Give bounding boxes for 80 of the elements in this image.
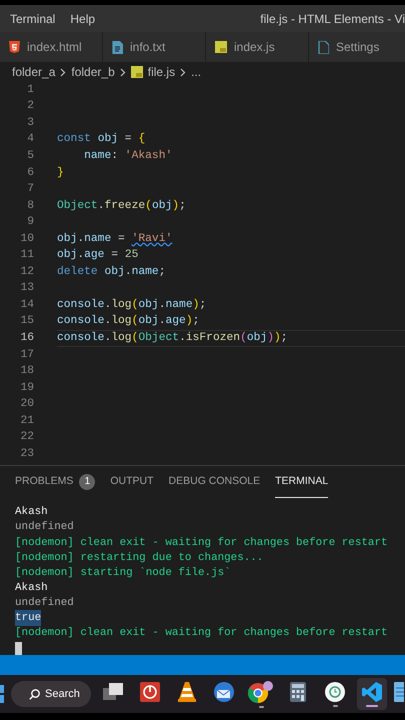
code-line: const obj = { — [57, 132, 146, 148]
line-number: 13 — [19, 281, 34, 296]
line-number: 15 — [19, 314, 34, 330]
terminal-line: [nodemon] starting `node file.js` — [15, 566, 231, 581]
editor-tab[interactable]: Settings — [309, 32, 405, 62]
mail-icon — [213, 682, 235, 702]
line-number: 20 — [19, 397, 34, 412]
html-file-icon — [9, 41, 20, 53]
line-number: 23 — [19, 446, 34, 462]
line-number: 2 — [26, 99, 34, 114]
breadcrumb-item[interactable]: ... — [191, 63, 202, 81]
code-line: console.log(Object.isFrozen(obj)); — [57, 330, 288, 346]
breadcrumb-item[interactable]: file.js — [148, 63, 176, 81]
taskbar-app[interactable] — [357, 678, 387, 710]
line-number: 18 — [19, 364, 34, 380]
chevron-right-icon — [180, 68, 186, 76]
menu-item[interactable]: Help — [70, 10, 96, 28]
line-number: 12 — [19, 264, 34, 280]
line-number: 17 — [19, 348, 34, 363]
line-number: 21 — [19, 414, 34, 429]
file-icon — [112, 40, 123, 54]
search-field[interactable]: Search — [11, 681, 91, 707]
code-editor-icon — [362, 682, 382, 702]
line-number: 14 — [19, 298, 34, 313]
terminal-line: [nodemon] clean exit - waiting for changes before restart — [15, 626, 388, 642]
terminal-line: [nodemon] clean exit - waiting for changes before restart — [15, 536, 388, 551]
code-line: obj.name = 'Ravi' — [57, 232, 172, 247]
code-line: console.log(obj.age); — [57, 314, 200, 330]
editor-tab[interactable]: index.html — [0, 32, 103, 62]
code-line: Object.freeze(obj); — [57, 198, 186, 214]
line-number: 16 — [19, 331, 34, 346]
js-file-icon — [215, 41, 227, 53]
problems-count-badge: 1 — [79, 474, 96, 490]
notepad-icon — [394, 682, 404, 702]
line-number: 10 — [19, 232, 34, 247]
windows-stack-icon — [103, 682, 123, 700]
calculator-icon — [290, 682, 306, 702]
terminal-cursor — [15, 642, 22, 656]
traffic-cone-icon — [178, 682, 196, 702]
line-number: 1 — [26, 82, 34, 98]
code-line: } — [57, 166, 64, 181]
chevron-right-icon — [60, 68, 66, 76]
window-title: file.js - HTML Elements - Vi — [260, 10, 405, 28]
line-number: 22 — [19, 430, 34, 446]
line-number: 3 — [26, 116, 34, 131]
editor-tab[interactable]: index.js — [206, 32, 309, 62]
line-number: 11 — [19, 248, 34, 264]
line-number: 19 — [19, 380, 34, 396]
line-number: 8 — [26, 198, 34, 214]
line-number: 9 — [26, 215, 34, 230]
line-number: 7 — [26, 182, 34, 198]
panel-tab[interactable]: OUTPUT — [110, 466, 154, 498]
terminal-line: Akash — [15, 505, 48, 520]
clock-icon — [325, 682, 345, 702]
panel-tab[interactable]: DEBUG CONSOLE — [168, 466, 260, 498]
code-line: delete obj.name; — [57, 264, 166, 280]
terminal-line: undefined — [15, 596, 74, 611]
panel-tab[interactable]: PROBLEMS 1 — [15, 466, 96, 498]
panel-tab[interactable]: TERMINAL — [275, 466, 328, 498]
terminal-line: Akash — [15, 580, 48, 596]
windows-logo-icon — [0, 685, 4, 703]
line-number: 6 — [26, 166, 34, 181]
file-icon — [318, 40, 329, 54]
power-icon — [140, 682, 160, 702]
chevron-right-icon — [120, 68, 126, 76]
taskbar-app[interactable] — [246, 678, 276, 710]
browser-icon — [248, 680, 274, 702]
terminal-line: undefined — [15, 520, 74, 536]
code-line: console.log(obj.name); — [57, 298, 206, 313]
line-number: 5 — [26, 149, 34, 164]
breadcrumb-item[interactable]: folder_b — [71, 63, 115, 81]
code-line: name: 'Akash' — [83, 148, 172, 164]
search-icon — [29, 688, 40, 700]
code-line: obj.age = 25 — [57, 248, 138, 264]
editor-tab[interactable]: info.txt — [103, 32, 206, 62]
breadcrumb-item[interactable]: folder_a — [12, 63, 56, 81]
menu-item[interactable]: Terminal — [10, 10, 56, 28]
line-number: 4 — [26, 132, 34, 148]
js-file-icon — [130, 66, 143, 78]
terminal-line: [nodemon] restarting due to changes... — [15, 550, 264, 566]
